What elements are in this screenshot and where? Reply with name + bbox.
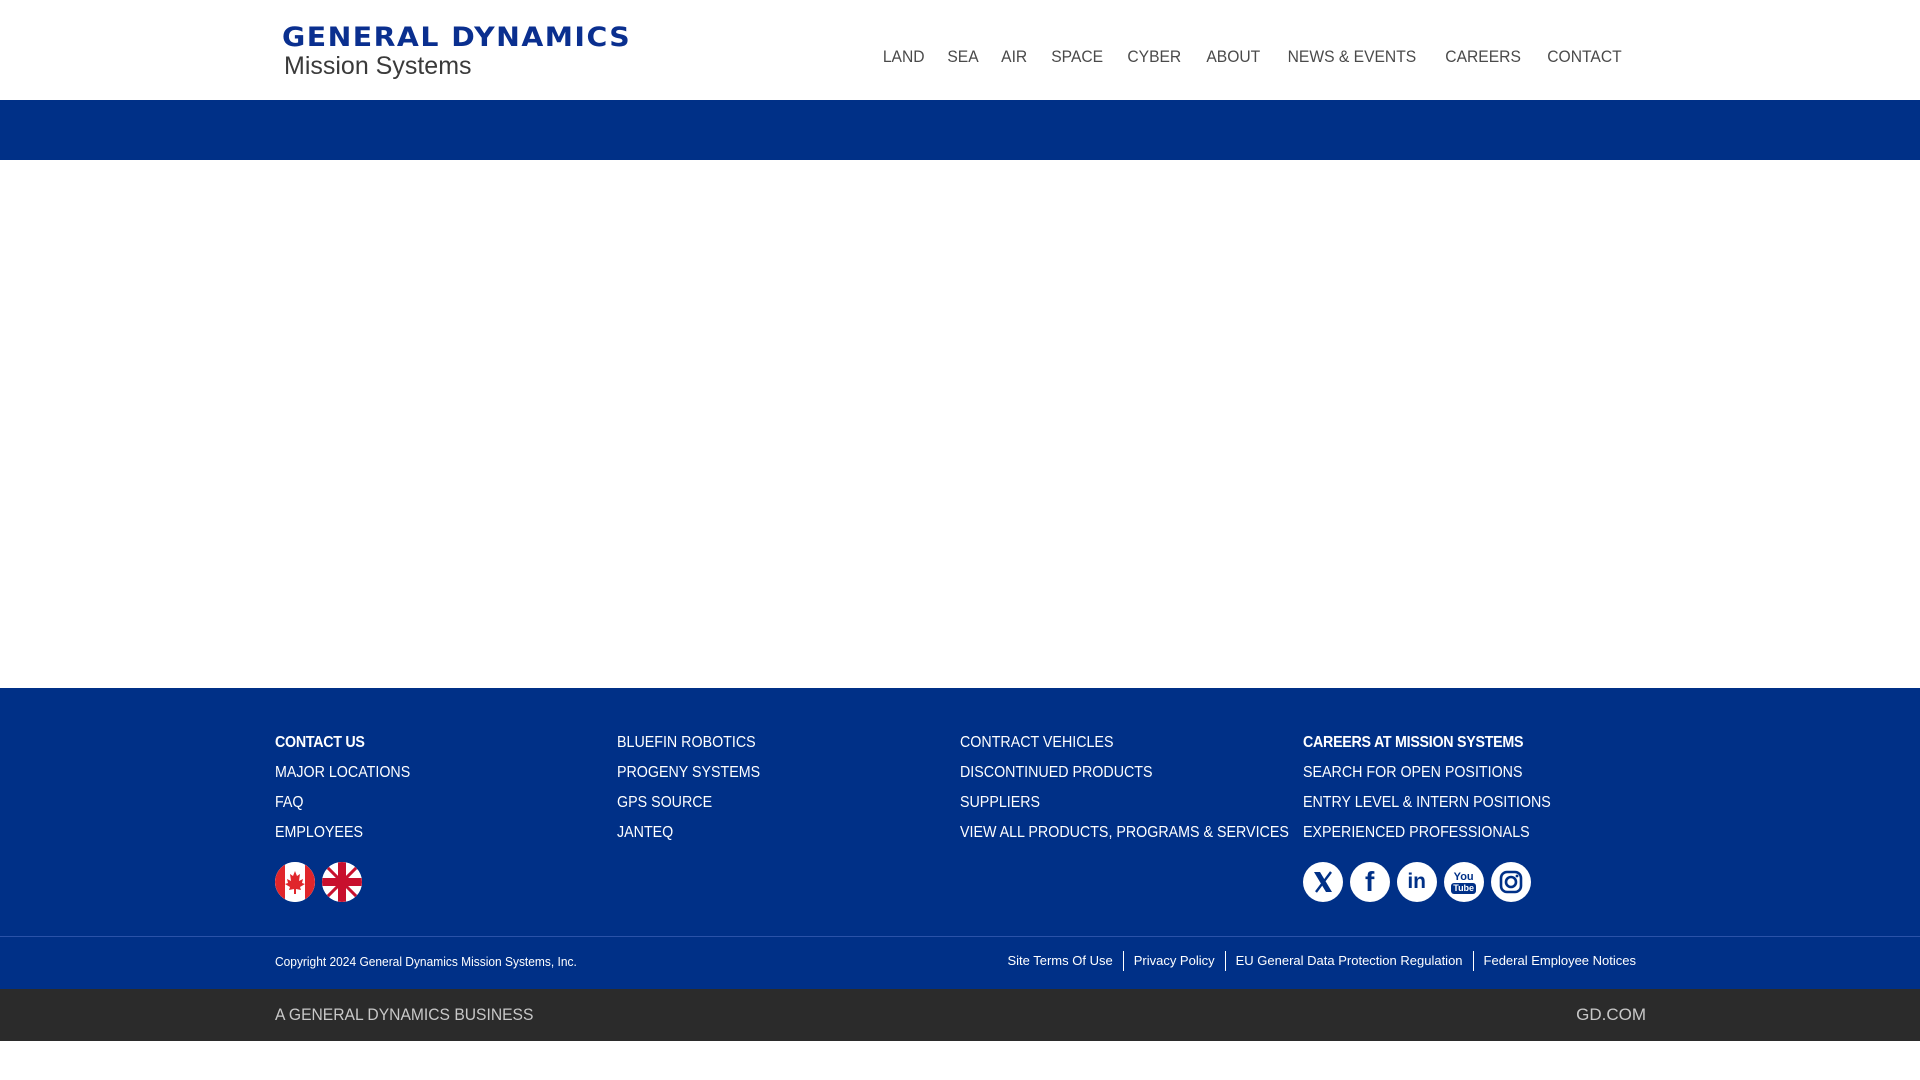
nav-air[interactable]: AIR <box>992 47 1036 67</box>
nav-cyber[interactable]: CYBER <box>1118 47 1190 67</box>
link-privacy-policy[interactable]: Privacy Policy <box>1122 951 1225 971</box>
nav-space[interactable]: SPACE <box>1042 47 1112 67</box>
nav-about[interactable]: ABOUT <box>1197 47 1269 67</box>
footer-column-careers: CAREERS AT MISSION SYSTEMS SEARCH FOR OP… <box>1302 728 1645 902</box>
page: GENERAL DYNAMICS Mission Systems LAND SE… <box>0 0 1920 1080</box>
legal-bar: Copyright 2024 General Dynamics Mission … <box>0 937 1920 989</box>
nav-news-events[interactable]: NEWS & EVENTS <box>1278 47 1425 67</box>
social-links: f in You Tube <box>1302 862 1645 902</box>
link-progeny-systems[interactable]: PROGENY SYSTEMS <box>617 758 932 788</box>
site-footer: CONTACT US MAJOR LOCATIONS FAQ EMPLOYEES <box>0 688 1920 989</box>
link-suppliers[interactable]: SUPPLIERS <box>960 788 1276 818</box>
instagram-icon[interactable] <box>1490 862 1531 902</box>
youtube-icon[interactable]: You Tube <box>1443 862 1484 902</box>
main-nav: LAND SEA AIR SPACE CYBER ABOUT NEWS & EV… <box>871 47 1635 67</box>
link-employees[interactable]: EMPLOYEES <box>275 818 590 848</box>
link-entry-level-positions[interactable]: ENTRY LEVEL & INTERN POSITIONS <box>1303 788 1618 818</box>
logo-subtitle: Mission Systems <box>284 52 472 80</box>
nav-careers[interactable]: CAREERS <box>1436 47 1530 67</box>
link-discontinued-products[interactable]: DISCONTINUED PRODUCTS <box>960 758 1276 788</box>
youtube-glyph-top: You <box>1453 870 1474 883</box>
footer-column-products: CONTRACT VEHICLES DISCONTINUED PRODUCTS … <box>960 728 1303 902</box>
blue-banner <box>0 100 1920 160</box>
copyright-text: Copyright 2024 General Dynamics Mission … <box>275 954 577 969</box>
link-search-open-positions[interactable]: SEARCH FOR OPEN POSITIONS <box>1303 758 1618 788</box>
parent-company-bar: A GENERAL DYNAMICS BUSINESS GD.COM <box>0 989 1920 1041</box>
canada-flag-icon[interactable] <box>275 862 315 902</box>
uk-flag-icon[interactable] <box>322 862 362 902</box>
link-experienced-professionals[interactable]: EXPERIENCED PROFESSIONALS <box>1303 818 1618 848</box>
nav-contact[interactable]: CONTACT <box>1538 47 1631 67</box>
logo[interactable]: GENERAL DYNAMICS Mission Systems <box>282 24 682 81</box>
footer-column-contact: CONTACT US MAJOR LOCATIONS FAQ EMPLOYEES <box>275 728 617 902</box>
link-contract-vehicles[interactable]: CONTRACT VEHICLES <box>960 728 1276 758</box>
link-federal-employee-notices[interactable]: Federal Employee Notices <box>1472 951 1646 971</box>
link-eu-gdpr[interactable]: EU General Data Protection Regulation <box>1224 951 1473 971</box>
linkedin-glyph: in <box>1407 870 1426 893</box>
footer-columns: CONTACT US MAJOR LOCATIONS FAQ EMPLOYEES <box>275 728 1645 902</box>
link-janteq[interactable]: JANTEQ <box>617 818 932 848</box>
logo-wordmark: GENERAL DYNAMICS <box>282 22 632 53</box>
link-bluefin-robotics[interactable]: BLUEFIN ROBOTICS <box>617 728 932 758</box>
facebook-icon[interactable]: f <box>1349 862 1390 902</box>
contact-us-heading[interactable]: CONTACT US <box>275 728 590 758</box>
legal-links: Site Terms Of Use Privacy Policy EU Gene… <box>997 951 1646 971</box>
link-gps-source[interactable]: GPS SOURCE <box>617 788 932 818</box>
facebook-glyph: f <box>1364 866 1375 897</box>
footer-column-companies: BLUEFIN ROBOTICS PROGENY SYSTEMS GPS SOU… <box>617 728 959 902</box>
link-faq[interactable]: FAQ <box>275 788 590 818</box>
link-major-locations[interactable]: MAJOR LOCATIONS <box>275 758 590 788</box>
nav-sea[interactable]: SEA <box>938 47 988 67</box>
link-site-terms[interactable]: Site Terms Of Use <box>997 951 1122 971</box>
country-flags <box>275 862 617 902</box>
careers-heading[interactable]: CAREERS AT MISSION SYSTEMS <box>1303 728 1618 758</box>
link-view-all-products[interactable]: VIEW ALL PRODUCTS, PROGRAMS & SERVICES <box>960 818 1289 848</box>
nav-land[interactable]: LAND <box>873 47 933 67</box>
linkedin-icon[interactable]: in <box>1396 862 1437 902</box>
youtube-glyph-bottom: Tube <box>1451 882 1477 894</box>
parent-company-text: A GENERAL DYNAMICS BUSINESS <box>275 1005 534 1024</box>
x-icon[interactable] <box>1302 862 1343 902</box>
gd-com-link[interactable]: GD.COM <box>1576 1005 1646 1025</box>
site-header: GENERAL DYNAMICS Mission Systems LAND SE… <box>0 0 1920 100</box>
